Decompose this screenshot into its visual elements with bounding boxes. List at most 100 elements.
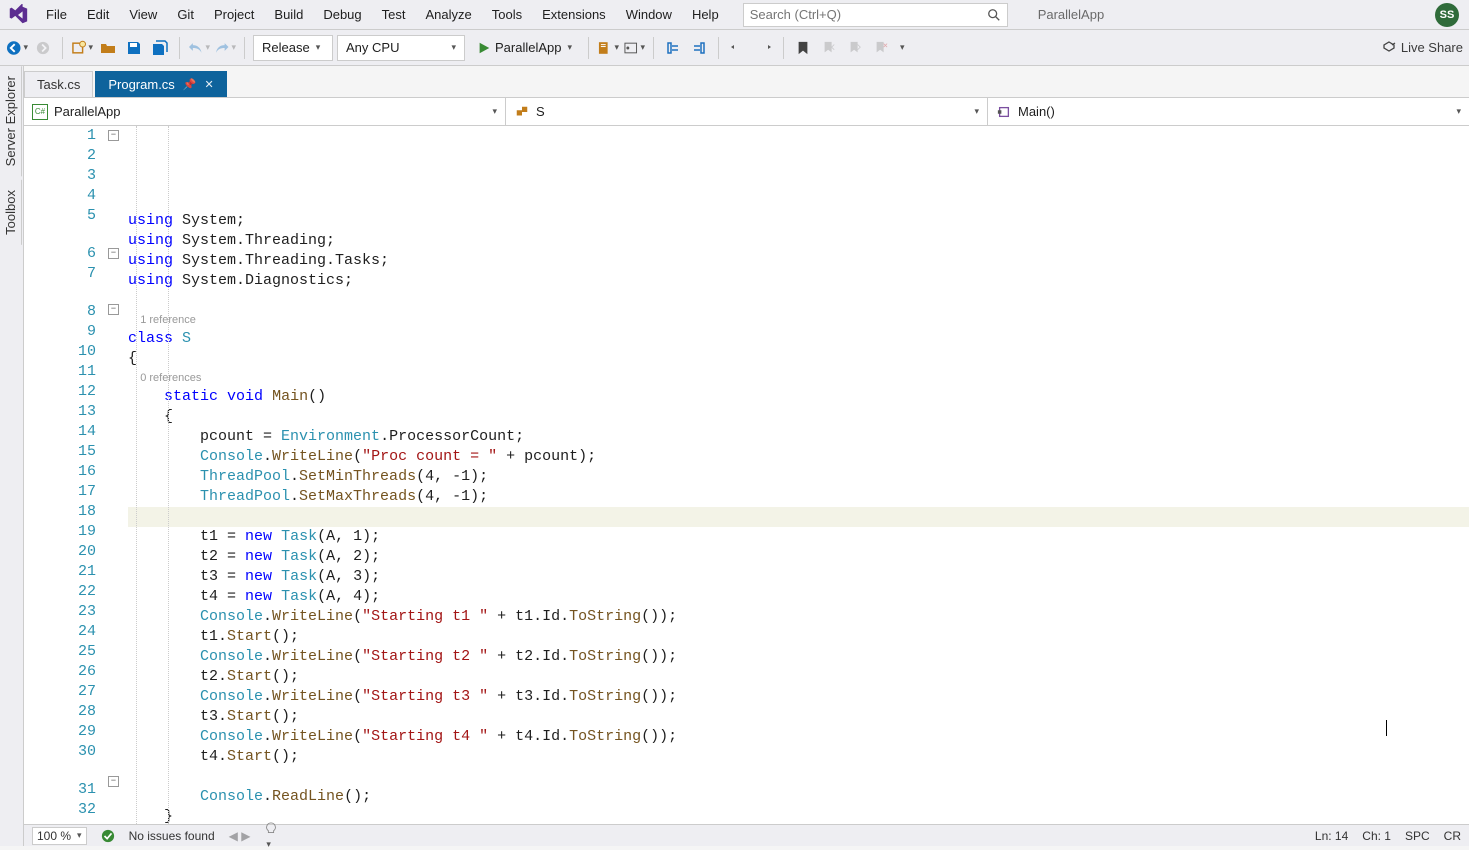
start-debug-button[interactable]: ParallelApp▾ bbox=[469, 35, 580, 61]
new-project-button[interactable]: ▾ bbox=[71, 37, 93, 59]
code-line[interactable]: { bbox=[128, 349, 1469, 369]
doc-tab-task[interactable]: Task.cs bbox=[24, 71, 93, 97]
code-line[interactable]: Console.WriteLine("Starting t1 " + t1.Id… bbox=[128, 607, 1469, 627]
server-explorer-tab[interactable]: Server Explorer bbox=[0, 66, 22, 176]
pin-icon[interactable]: 📌 bbox=[183, 78, 197, 91]
toolbox-tab[interactable]: Toolbox bbox=[0, 180, 22, 245]
open-file-button[interactable] bbox=[97, 37, 119, 59]
menu-git[interactable]: Git bbox=[167, 0, 204, 30]
indent-indicator[interactable]: SPC bbox=[1405, 829, 1430, 843]
search-icon bbox=[987, 8, 1001, 22]
lightbulb-icon[interactable]: ▾ bbox=[264, 822, 278, 850]
issues-label[interactable]: No issues found bbox=[129, 829, 215, 843]
save-button[interactable] bbox=[123, 37, 145, 59]
code-line[interactable]: pcount = Environment.ProcessorCount; bbox=[128, 427, 1469, 447]
codelens-indicator[interactable]: 0 references bbox=[128, 369, 1469, 387]
menu-project[interactable]: Project bbox=[204, 0, 264, 30]
clear-bookmarks-button[interactable] bbox=[870, 37, 892, 59]
find-in-files-button[interactable]: ▾ bbox=[597, 37, 619, 59]
step-over-icon[interactable]: ▾ bbox=[623, 37, 645, 59]
nav-forward-button[interactable] bbox=[32, 37, 54, 59]
nav-back-button[interactable]: ▾ bbox=[6, 37, 28, 59]
code-editor[interactable]: 1234567891011121314151617181920212223242… bbox=[24, 126, 1469, 824]
code-line[interactable]: ThreadPool.SetMaxThreads(4, -1); bbox=[128, 487, 1469, 507]
code-nav-bar: C# ParallelApp▾ S▾ Main()▾ bbox=[24, 98, 1469, 126]
code-line[interactable]: t4 = new Task(A, 4); bbox=[128, 587, 1469, 607]
code-line[interactable]: t2 = new Task(A, 2); bbox=[128, 547, 1469, 567]
solution-platform-combo[interactable]: Any CPU▾ bbox=[337, 35, 465, 61]
code-line[interactable] bbox=[128, 507, 1469, 527]
redo-button[interactable]: ▾ bbox=[214, 37, 236, 59]
menu-extensions[interactable]: Extensions bbox=[532, 0, 616, 30]
menu-view[interactable]: View bbox=[119, 0, 167, 30]
lineending-indicator[interactable]: CR bbox=[1444, 829, 1461, 843]
decrease-indent-button[interactable] bbox=[727, 37, 749, 59]
menu-build[interactable]: Build bbox=[264, 0, 313, 30]
doc-tab-program[interactable]: Program.cs 📌 ✕ bbox=[95, 71, 226, 97]
code-line[interactable]: t4.Start(); bbox=[128, 747, 1469, 767]
code-line[interactable]: Console.WriteLine("Starting t2 " + t2.Id… bbox=[128, 647, 1469, 667]
fold-toggle[interactable]: − bbox=[108, 130, 119, 141]
code-line[interactable]: class S bbox=[128, 329, 1469, 349]
menu-debug[interactable]: Debug bbox=[313, 0, 371, 30]
code-line[interactable]: ThreadPool.SetMinThreads(4, -1); bbox=[128, 467, 1469, 487]
nav-member-combo[interactable]: Main()▾ bbox=[988, 98, 1469, 125]
char-indicator[interactable]: Ch: 1 bbox=[1362, 829, 1391, 843]
search-box[interactable] bbox=[743, 3, 1008, 27]
nav-class-combo[interactable]: S▾ bbox=[506, 98, 988, 125]
comment-out-button[interactable] bbox=[662, 37, 684, 59]
menu-tools[interactable]: Tools bbox=[482, 0, 532, 30]
save-all-button[interactable] bbox=[149, 37, 171, 59]
code-line[interactable]: t1.Start(); bbox=[128, 627, 1469, 647]
code-line[interactable]: Console.WriteLine("Starting t3 " + t3.Id… bbox=[128, 687, 1469, 707]
no-issues-icon bbox=[101, 829, 115, 843]
code-area[interactable]: using System;using System.Threading;usin… bbox=[128, 126, 1469, 824]
menu-file[interactable]: File bbox=[36, 0, 77, 30]
solution-config-combo[interactable]: Release▾ bbox=[253, 35, 333, 61]
code-line[interactable]: static void Main() bbox=[128, 387, 1469, 407]
csharp-project-icon: C# bbox=[32, 104, 48, 120]
fold-toggle[interactable]: − bbox=[108, 248, 119, 259]
menu-analyze[interactable]: Analyze bbox=[415, 0, 481, 30]
prev-bookmark-button[interactable] bbox=[818, 37, 840, 59]
code-line[interactable]: t3 = new Task(A, 3); bbox=[128, 567, 1469, 587]
menu-test[interactable]: Test bbox=[372, 0, 416, 30]
code-line[interactable]: t3.Start(); bbox=[128, 707, 1469, 727]
code-line[interactable]: t2.Start(); bbox=[128, 667, 1469, 687]
code-line[interactable]: using System; bbox=[128, 211, 1469, 231]
codelens-indicator[interactable]: 1 reference bbox=[128, 311, 1469, 329]
menu-edit[interactable]: Edit bbox=[77, 0, 119, 30]
code-line[interactable]: Console.ReadLine(); bbox=[128, 787, 1469, 807]
bookmark-icon[interactable] bbox=[792, 37, 814, 59]
code-line[interactable]: Console.WriteLine("Starting t4 " + t4.Id… bbox=[128, 727, 1469, 747]
error-nav-icon[interactable]: ◀ ▶ bbox=[229, 829, 251, 843]
left-tool-rail: Server Explorer Toolbox bbox=[0, 66, 24, 846]
menu-window[interactable]: Window bbox=[616, 0, 682, 30]
code-line[interactable]: using System.Diagnostics; bbox=[128, 271, 1469, 291]
line-indicator[interactable]: Ln: 14 bbox=[1315, 829, 1348, 843]
code-line[interactable]: using System.Threading; bbox=[128, 231, 1469, 251]
nav-project-combo[interactable]: C# ParallelApp▾ bbox=[24, 98, 506, 125]
live-share-button[interactable]: Live Share bbox=[1381, 40, 1463, 56]
next-bookmark-button[interactable] bbox=[844, 37, 866, 59]
code-line[interactable]: } bbox=[128, 807, 1469, 824]
play-icon bbox=[477, 41, 491, 55]
search-input[interactable] bbox=[750, 7, 987, 22]
fold-toggle[interactable]: − bbox=[108, 776, 119, 787]
code-line[interactable]: t1 = new Task(A, 1); bbox=[128, 527, 1469, 547]
code-line[interactable]: { bbox=[128, 407, 1469, 427]
code-line[interactable]: using System.Threading.Tasks; bbox=[128, 251, 1469, 271]
fold-toggle[interactable]: − bbox=[108, 304, 119, 315]
method-icon bbox=[996, 104, 1012, 120]
increase-indent-button[interactable] bbox=[753, 37, 775, 59]
code-line[interactable] bbox=[128, 291, 1469, 311]
uncomment-button[interactable] bbox=[688, 37, 710, 59]
user-avatar[interactable]: SS bbox=[1435, 3, 1459, 27]
document-tab-well: Task.cs Program.cs 📌 ✕ bbox=[24, 66, 1469, 98]
undo-button[interactable]: ▾ bbox=[188, 37, 210, 59]
close-icon[interactable]: ✕ bbox=[205, 78, 214, 91]
code-line[interactable]: Console.WriteLine("Proc count = " + pcou… bbox=[128, 447, 1469, 467]
code-line[interactable] bbox=[128, 767, 1469, 787]
zoom-combo[interactable]: 100 %▾ bbox=[32, 827, 87, 845]
menu-help[interactable]: Help bbox=[682, 0, 729, 30]
